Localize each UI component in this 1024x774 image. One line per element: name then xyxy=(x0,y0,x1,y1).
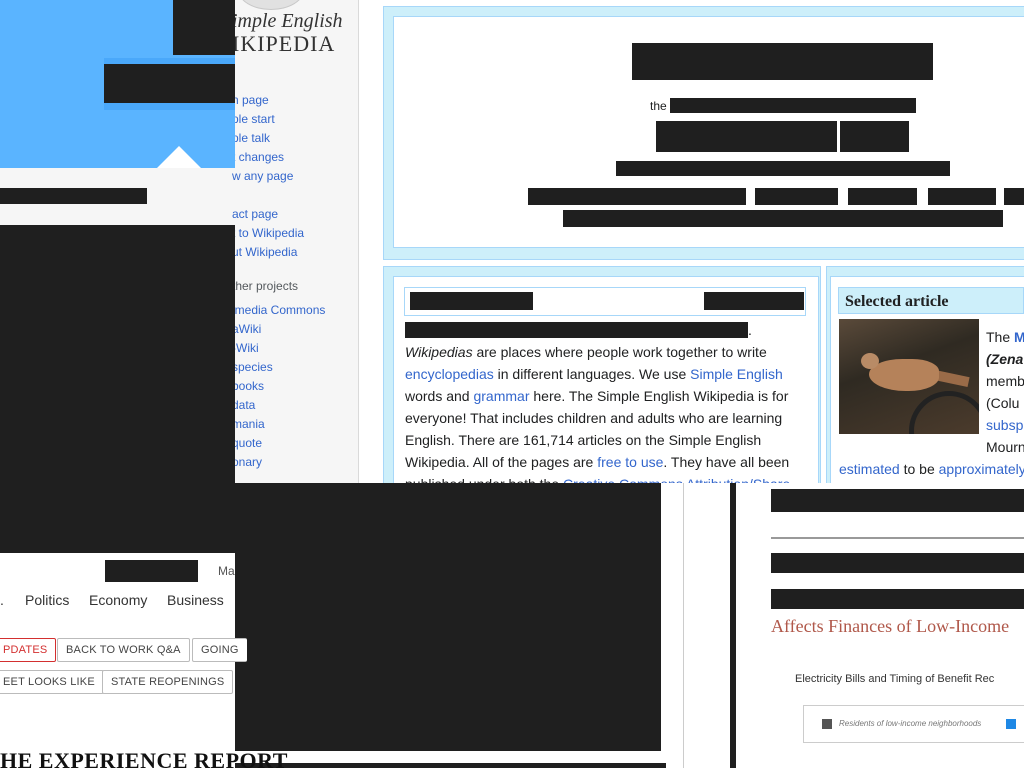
nav-give-to-wikipedia[interactable]: t to Wikipedia xyxy=(232,226,304,240)
link-subspecies[interactable]: subsp xyxy=(986,417,1023,433)
selected-article-heading: Selected article xyxy=(838,287,1024,314)
article-line: estimated to be approximately xyxy=(839,458,1024,480)
project-wikimedia-commons[interactable]: imedia Commons xyxy=(232,303,325,317)
intro-lead-word: Wikipedias xyxy=(405,344,473,360)
logo-line1: imple English xyxy=(232,10,343,32)
article-divider xyxy=(771,537,1024,539)
project-wikibooks[interactable]: books xyxy=(232,379,264,393)
project-metawiki[interactable]: aWiki xyxy=(232,322,261,336)
intro-text: words and xyxy=(405,388,474,404)
redaction-block xyxy=(771,489,1024,512)
redaction-block xyxy=(563,210,1003,227)
redaction-block xyxy=(235,483,661,751)
redaction-block xyxy=(928,188,996,205)
tag-state-reopenings[interactable]: STATE REOPENINGS xyxy=(102,670,234,694)
redaction-block xyxy=(405,322,748,338)
redaction-block xyxy=(235,763,666,768)
article-text: The xyxy=(986,329,1015,345)
gutter-divider xyxy=(683,483,684,768)
redaction-block xyxy=(616,161,950,176)
link-estimated[interactable]: estimated xyxy=(839,461,900,477)
wikipedia-logo[interactable]: imple English IKIPEDIA xyxy=(232,10,343,57)
redaction-block xyxy=(1004,188,1024,205)
nav-about-wikipedia[interactable]: ut Wikipedia xyxy=(232,245,297,259)
link-free-to-use[interactable]: free to use xyxy=(597,454,663,470)
project-wiktionary[interactable]: onary xyxy=(232,455,262,469)
redaction-block xyxy=(840,121,909,152)
perch-shape xyxy=(909,391,979,434)
redaction-block xyxy=(755,188,838,205)
article-headline[interactable]: Affects Finances of Low-Income xyxy=(771,616,1009,637)
redaction-block xyxy=(848,188,917,205)
chart-title: Electricity Bills and Timing of Benefit … xyxy=(795,673,995,685)
nav-recent-changes[interactable]: t changes xyxy=(232,150,284,164)
redaction-block xyxy=(173,0,235,55)
chart-legend: Residents of low-income neighborhoods xyxy=(803,705,1024,743)
period: . xyxy=(748,322,752,338)
redaction-block xyxy=(104,64,235,103)
news-nav-economy[interactable]: Economy xyxy=(89,592,147,608)
legend-swatch-gray xyxy=(822,719,832,729)
mourning-dove-image[interactable] xyxy=(839,319,979,434)
article-line: The M xyxy=(986,326,1024,348)
dove-head-shape xyxy=(861,353,879,369)
redaction-block xyxy=(656,121,837,152)
other-projects-heading: ther projects xyxy=(232,279,299,293)
news-nav-politics[interactable]: Politics xyxy=(25,592,69,608)
dove-body-shape xyxy=(869,359,939,391)
link-approximately[interactable]: approximately xyxy=(939,461,1024,477)
project-meta-wiki[interactable]: -Wiki xyxy=(232,341,259,355)
nav-contact-page[interactable]: act page xyxy=(232,207,278,221)
news-top-link[interactable]: Ma xyxy=(218,564,235,578)
article-line: (Colu xyxy=(986,395,1020,411)
redaction-block xyxy=(771,589,1024,609)
nav-simple-start[interactable]: ple start xyxy=(232,112,275,126)
tag-back-to-work[interactable]: BACK TO WORK Q&A xyxy=(57,638,190,662)
article-line: (Zena xyxy=(986,351,1024,367)
news-nav-item[interactable]: . xyxy=(0,592,4,608)
tag-going[interactable]: GOING xyxy=(192,638,247,662)
nav-show-any-page[interactable]: w any page xyxy=(232,169,293,183)
link-simple-english[interactable]: Simple English xyxy=(690,366,783,382)
project-wikiquote[interactable]: quote xyxy=(232,436,262,450)
nav-simple-talk[interactable]: ple talk xyxy=(232,131,270,145)
project-wikispecies[interactable]: species xyxy=(232,360,273,374)
redaction-block xyxy=(0,225,235,553)
article-line: memb xyxy=(986,373,1024,389)
article-line: Mourn xyxy=(986,439,1024,455)
tag-updates[interactable]: PDATES xyxy=(0,638,57,662)
banner-text-the: the xyxy=(650,99,667,113)
article-title-link[interactable]: M xyxy=(1014,329,1024,345)
legend-label: Residents of low-income neighborhoods xyxy=(839,719,982,728)
feature-heading[interactable]: HE EXPERIENCE REPORT xyxy=(0,748,288,774)
redaction-block xyxy=(704,292,804,310)
legend-swatch-blue xyxy=(1006,719,1016,729)
redaction-block xyxy=(670,98,916,113)
news-nav-business[interactable]: Business xyxy=(167,592,224,608)
link-grammar[interactable]: grammar xyxy=(473,388,529,404)
redaction-block xyxy=(632,43,933,80)
tag-street-looks-like[interactable]: EET LOOKS LIKE xyxy=(0,670,104,694)
redaction-block xyxy=(771,553,1024,573)
intro-text: are places where people work together to… xyxy=(472,344,767,360)
project-wikimania[interactable]: mania xyxy=(232,417,265,431)
redaction-block xyxy=(0,188,147,204)
article-line: subsp xyxy=(986,414,1023,436)
link-encyclopedias[interactable]: encyclopedias xyxy=(405,366,494,382)
article-text: to be xyxy=(899,461,939,477)
intro-paragraph: Wikipedias are places where people work … xyxy=(405,341,797,495)
intro-text: in different languages. We use xyxy=(493,366,691,382)
nav-main-page[interactable]: n page xyxy=(232,93,269,107)
redaction-block xyxy=(105,560,198,582)
pointer-triangle xyxy=(157,146,201,168)
logo-line2: IKIPEDIA xyxy=(232,31,336,56)
gutter-area xyxy=(661,483,730,768)
redaction-block xyxy=(528,188,746,205)
project-wikidata[interactable]: data xyxy=(232,398,255,412)
redaction-block xyxy=(410,292,533,310)
